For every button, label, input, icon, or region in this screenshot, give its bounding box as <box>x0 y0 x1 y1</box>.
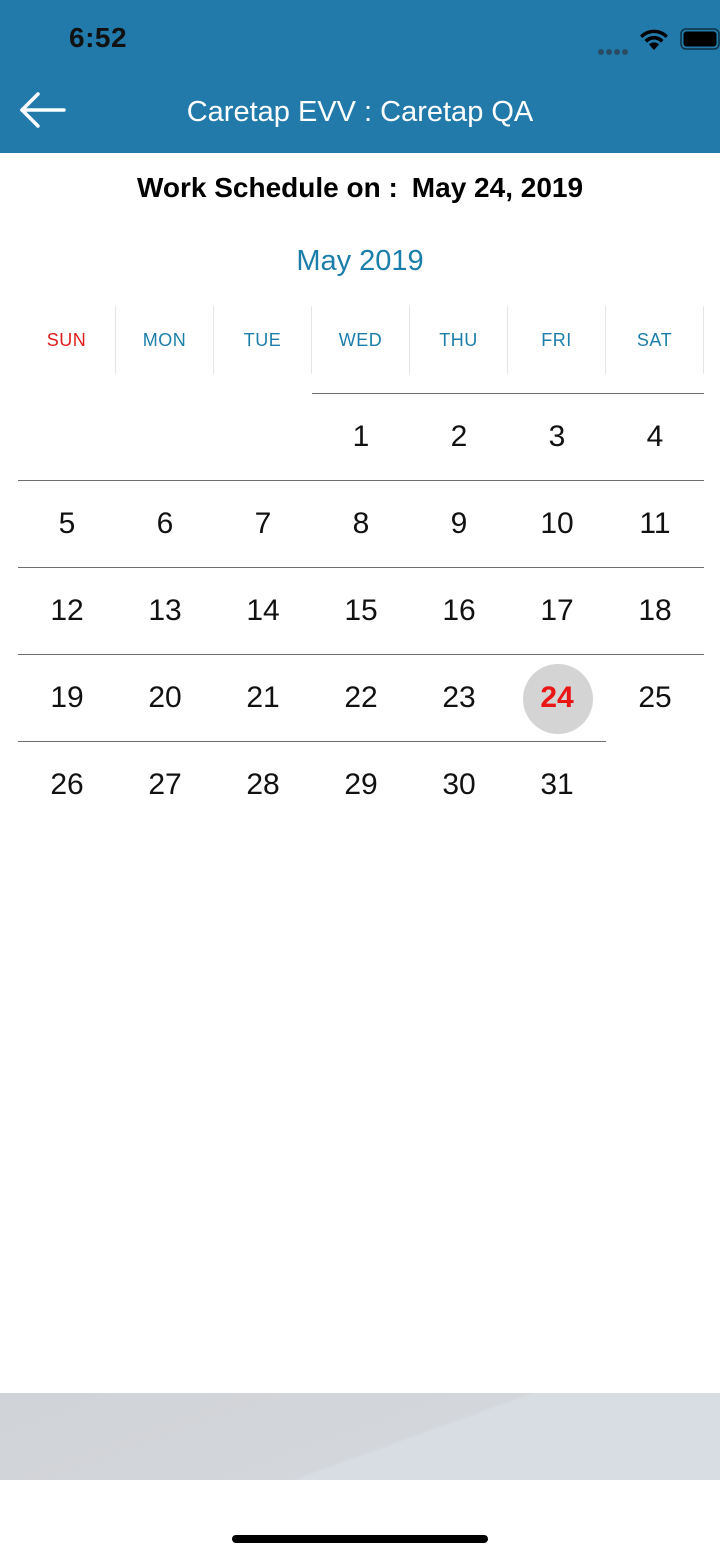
calendar-day[interactable]: 28 <box>214 741 312 828</box>
schedule-date: May 24, 2019 <box>411 172 584 203</box>
calendar-day[interactable]: 9 <box>410 480 508 567</box>
schedule-heading: Work Schedule on : May 24, 2019 <box>0 172 720 204</box>
calendar-day[interactable]: 30 <box>410 741 508 828</box>
calendar-day[interactable]: 26 <box>18 741 116 828</box>
calendar-day[interactable]: 27 <box>116 741 214 828</box>
weekday-wed: WED <box>312 306 410 374</box>
weekday-thu: THU <box>410 306 508 374</box>
calendar-day[interactable]: 1 <box>312 393 410 480</box>
calendar-day[interactable]: 25 <box>606 654 704 741</box>
weekday-mon: MON <box>116 306 214 374</box>
calendar-day[interactable]: 5 <box>18 480 116 567</box>
calendar-day[interactable]: 15 <box>312 567 410 654</box>
calendar-month-label: May 2019 <box>296 245 424 277</box>
page-title: Caretap EVV : Caretap QA <box>186 96 534 128</box>
calendar-day[interactable]: 10 <box>508 480 606 567</box>
calendar-day[interactable]: 16 <box>410 567 508 654</box>
app-header: 6:52 Caretap EVV : Caretap QA <box>0 0 720 153</box>
weekday-sun: SUN <box>18 306 116 374</box>
calendar-day[interactable]: 7 <box>214 480 312 567</box>
battery-icon <box>680 28 720 50</box>
calendar-day[interactable]: 31 <box>508 741 606 828</box>
calendar-day[interactable]: 2 <box>410 393 508 480</box>
calendar-day-selected[interactable]: 24 <box>508 654 606 741</box>
calendar-day[interactable]: 22 <box>312 654 410 741</box>
signal-icon <box>598 42 632 55</box>
calendar-day[interactable]: 17 <box>508 567 606 654</box>
calendar-day[interactable]: 3 <box>508 393 606 480</box>
weekday-header: SUN MON TUE WED THU FRI SAT <box>18 306 704 374</box>
status-time: 6:52 <box>69 22 128 53</box>
calendar-day[interactable]: 8 <box>312 480 410 567</box>
calendar-day[interactable]: 6 <box>116 480 214 567</box>
wifi-icon <box>640 29 668 50</box>
calendar-day[interactable]: 21 <box>214 654 312 741</box>
calendar-day[interactable]: 12 <box>18 567 116 654</box>
footer-band <box>0 1393 720 1480</box>
calendar-day[interactable]: 29 <box>312 741 410 828</box>
home-indicator <box>232 1535 488 1543</box>
calendar-day[interactable]: 19 <box>18 654 116 741</box>
weekday-fri: FRI <box>508 306 606 374</box>
calendar-day[interactable]: 4 <box>606 393 704 480</box>
weekday-tue: TUE <box>214 306 312 374</box>
calendar-day[interactable]: 13 <box>116 567 214 654</box>
weekday-sat: SAT <box>606 306 704 374</box>
calendar-day[interactable]: 23 <box>410 654 508 741</box>
calendar-day[interactable]: 20 <box>116 654 214 741</box>
schedule-label: Work Schedule on : <box>136 172 398 203</box>
calendar-day[interactable]: 14 <box>214 567 312 654</box>
calendar-day[interactable]: 11 <box>606 480 704 567</box>
calendar-day[interactable]: 18 <box>606 567 704 654</box>
